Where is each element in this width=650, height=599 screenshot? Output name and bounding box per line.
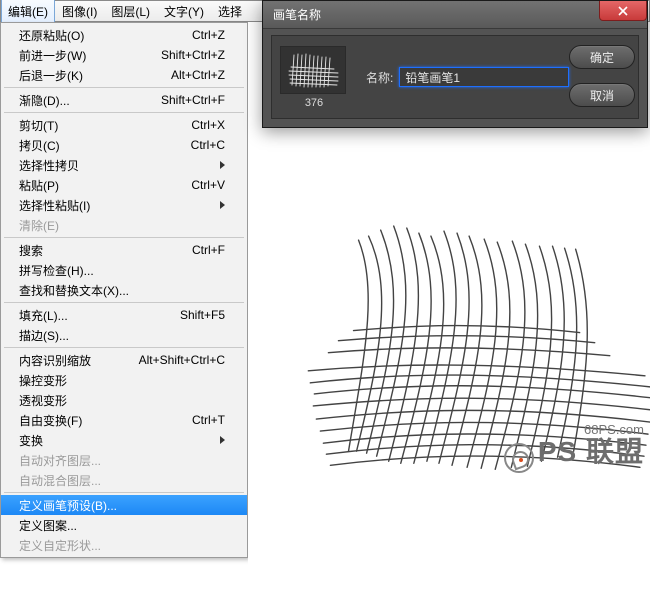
menu-item-label: 自由变换(F) (19, 412, 192, 429)
ok-button[interactable]: 确定 (569, 45, 635, 69)
menu-separator (4, 237, 244, 238)
menu-separator (4, 492, 244, 493)
menu-item[interactable]: 前进一步(W)Shift+Ctrl+Z (1, 45, 247, 65)
menu-item[interactable]: 剪切(T)Ctrl+X (1, 115, 247, 135)
dialog-titlebar: 画笔名称 (263, 1, 647, 29)
menu-item: 定义自定形状... (1, 535, 247, 555)
watermark: 68PS.com PS 联盟 (504, 423, 644, 473)
menu-item-shortcut: Ctrl+V (191, 178, 225, 192)
submenu-arrow-icon (220, 161, 225, 169)
brush-size-label: 376 (280, 97, 348, 109)
menu-item-label: 描边(S)... (19, 327, 225, 344)
submenu-arrow-icon (220, 436, 225, 444)
menu-item[interactable]: 定义图案... (1, 515, 247, 535)
menu-item-label: 拼写检查(H)... (19, 262, 225, 279)
menu-item-shortcut: Ctrl+Z (192, 28, 225, 42)
menu-item-label: 渐隐(D)... (19, 92, 161, 109)
menu-item-label: 透视变形 (19, 392, 225, 409)
menu-item[interactable]: 查找和替换文本(X)... (1, 280, 247, 300)
watermark-site: 68PS.com (504, 423, 644, 437)
menu-item-label: 剪切(T) (19, 117, 191, 134)
menu-item[interactable]: 搜索Ctrl+F (1, 240, 247, 260)
watermark-logo-icon (504, 443, 534, 473)
brush-swatch: 376 (280, 46, 348, 109)
menu-item-label: 前进一步(W) (19, 47, 161, 64)
menu-item-label: 定义图案... (19, 517, 225, 534)
menubar-item-4[interactable]: 选择 (211, 0, 249, 24)
menu-item-shortcut: Shift+F5 (180, 308, 225, 322)
dialog-title: 画笔名称 (273, 6, 321, 23)
menu-item[interactable]: 后退一步(K)Alt+Ctrl+Z (1, 65, 247, 85)
menu-item: 自动对齐图层... (1, 450, 247, 470)
menu-item-label: 还原粘贴(O) (19, 27, 192, 44)
menu-item[interactable]: 自由变换(F)Ctrl+T (1, 410, 247, 430)
dialog-close-button[interactable] (599, 1, 647, 21)
menu-item[interactable]: 选择性拷贝 (1, 155, 247, 175)
menu-item-label: 选择性拷贝 (19, 157, 216, 174)
menu-item[interactable]: 描边(S)... (1, 325, 247, 345)
menu-item-label: 内容识别缩放 (19, 352, 139, 369)
menu-item-shortcut: Ctrl+X (191, 118, 225, 132)
menu-item-label: 拷贝(C) (19, 137, 191, 154)
menu-item-label: 搜索 (19, 242, 192, 259)
menu-item[interactable]: 选择性粘贴(I) (1, 195, 247, 215)
menu-item-shortcut: Alt+Shift+Ctrl+C (139, 353, 225, 367)
brush-name-input[interactable] (399, 67, 569, 87)
menu-item[interactable]: 操控变形 (1, 370, 247, 390)
menu-item[interactable]: 填充(L)...Shift+F5 (1, 305, 247, 325)
menu-item: 清除(E) (1, 215, 247, 235)
submenu-arrow-icon (220, 201, 225, 209)
menubar-item-1[interactable]: 图像(I) (55, 0, 104, 24)
brush-thumbnail (280, 46, 346, 94)
dialog-body: 376 名称: 确定 取消 (263, 29, 647, 127)
menu-item-label: 选择性粘贴(I) (19, 197, 216, 214)
cancel-button[interactable]: 取消 (569, 83, 635, 107)
menu-item-label: 后退一步(K) (19, 67, 171, 84)
menu-item[interactable]: 内容识别缩放Alt+Shift+Ctrl+C (1, 350, 247, 370)
menu-item-shortcut: Shift+Ctrl+Z (161, 48, 225, 62)
menu-separator (4, 302, 244, 303)
menu-item-label: 自动对齐图层... (19, 452, 225, 469)
menu-item-shortcut: Ctrl+F (192, 243, 225, 257)
menu-item[interactable]: 变换 (1, 430, 247, 450)
menu-item-label: 操控变形 (19, 372, 225, 389)
watermark-brand: PS 联盟 (538, 436, 644, 467)
menu-item: 自动混合图层... (1, 470, 247, 490)
menu-item[interactable]: 渐隐(D)...Shift+Ctrl+F (1, 90, 247, 110)
menu-item-shortcut: Ctrl+T (192, 413, 225, 427)
brush-name-dialog: 画笔名称 (262, 0, 648, 128)
menu-item-label: 填充(L)... (19, 307, 180, 324)
menu-item-label: 定义画笔预设(B)... (19, 497, 225, 514)
menu-separator (4, 87, 244, 88)
menubar-item-2[interactable]: 图层(L) (104, 0, 157, 24)
name-label: 名称: (366, 69, 393, 86)
menu-item[interactable]: 定义画笔预设(B)... (1, 495, 247, 515)
menu-item-label: 自动混合图层... (19, 472, 225, 489)
menubar-item-3[interactable]: 文字(Y) (157, 0, 211, 24)
menu-item-label: 变换 (19, 432, 216, 449)
menu-item[interactable]: 还原粘贴(O)Ctrl+Z (1, 25, 247, 45)
menu-item-shortcut: Ctrl+C (191, 138, 225, 152)
menu-separator (4, 112, 244, 113)
menu-item-label: 查找和替换文本(X)... (19, 282, 225, 299)
menu-item[interactable]: 拷贝(C)Ctrl+C (1, 135, 247, 155)
menu-separator (4, 347, 244, 348)
menu-item-label: 清除(E) (19, 217, 225, 234)
edit-menu-dropdown: 还原粘贴(O)Ctrl+Z前进一步(W)Shift+Ctrl+Z后退一步(K)A… (0, 22, 248, 558)
menu-item-shortcut: Shift+Ctrl+F (161, 93, 225, 107)
menu-item-shortcut: Alt+Ctrl+Z (171, 68, 225, 82)
menu-item-label: 定义自定形状... (19, 537, 225, 554)
menubar-item-0[interactable]: 编辑(E) (1, 0, 55, 24)
close-icon (617, 5, 629, 17)
menu-item[interactable]: 透视变形 (1, 390, 247, 410)
menu-item-label: 粘贴(P) (19, 177, 191, 194)
menu-item[interactable]: 粘贴(P)Ctrl+V (1, 175, 247, 195)
menu-item[interactable]: 拼写检查(H)... (1, 260, 247, 280)
